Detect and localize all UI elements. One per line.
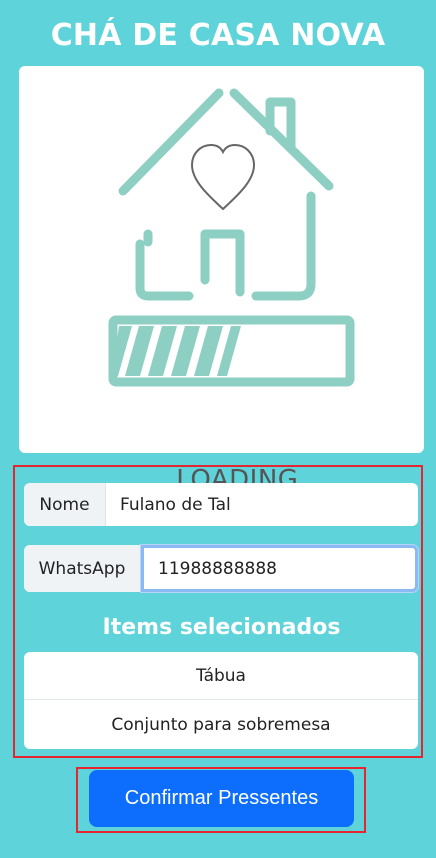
list-item: Conjunto para sobremesa: [111, 714, 331, 735]
page-title: CHÁ DE CASA NOVA: [50, 18, 386, 53]
hero-image: LOADING...: [19, 66, 424, 495]
selected-items-title: Items selecionados: [102, 615, 341, 640]
name-label: Nome: [24, 483, 106, 526]
whatsapp-input[interactable]: 11988888888: [141, 545, 418, 592]
confirm-presents-button[interactable]: Confirmar Pressentes: [89, 770, 354, 827]
selected-items-list: Tábua Conjunto para sobremesa: [24, 652, 418, 749]
house-loading-illustration: [108, 88, 355, 387]
whatsapp-input-group: WhatsApp 11988888888: [24, 545, 418, 592]
name-input[interactable]: Fulano de Tal: [106, 483, 418, 526]
name-input-group: Nome Fulano de Tal: [24, 483, 418, 526]
whatsapp-label: WhatsApp: [24, 545, 141, 592]
list-item: Tábua: [24, 652, 418, 700]
